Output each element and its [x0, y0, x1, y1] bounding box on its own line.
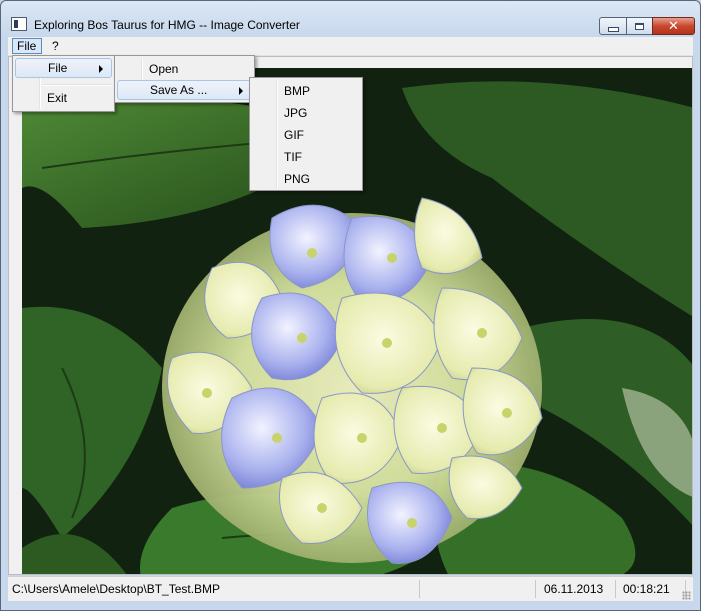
- window-title: Exploring Bos Taurus for HMG -- Image Co…: [34, 18, 300, 32]
- menu-item-open[interactable]: Open: [117, 59, 252, 79]
- menu-item-png[interactable]: PNG: [252, 168, 360, 190]
- menu-item-tif[interactable]: TIF: [252, 146, 360, 168]
- save-as-format-menu: BMP JPG GIF TIF PNG: [249, 77, 363, 191]
- menu-item-bmp[interactable]: BMP: [252, 80, 360, 102]
- minimize-button[interactable]: [599, 17, 627, 35]
- submenu-arrow-icon: [239, 87, 243, 95]
- minimize-icon: [607, 26, 619, 32]
- close-button[interactable]: ✕: [652, 17, 695, 35]
- menu-item-open-label: Open: [149, 62, 179, 76]
- menu-item-file-label: File: [48, 61, 68, 75]
- status-file-path: C:\Users\Amele\Desktop\BT_Test.BMP: [8, 580, 420, 598]
- app-icon[interactable]: [11, 17, 27, 31]
- menu-bar: File ?: [8, 37, 693, 56]
- menu-item-save-as[interactable]: Save As ...: [117, 80, 252, 100]
- submenu-arrow-icon: [99, 65, 103, 73]
- menu-item-exit-label: Exit: [47, 91, 68, 105]
- menu-item-exit[interactable]: Exit: [15, 88, 112, 108]
- maximize-icon: [635, 22, 644, 30]
- maximize-button[interactable]: [626, 17, 653, 35]
- file-submenu: Open Save As ...: [114, 55, 255, 103]
- file-dropdown-menu: File Exit: [12, 55, 115, 112]
- resize-grip-icon[interactable]: [682, 591, 691, 600]
- status-empty-panel: [420, 580, 536, 598]
- menu-separator: [43, 84, 112, 86]
- status-time: 00:18:21: [616, 580, 686, 598]
- menu-item-file[interactable]: File: [15, 58, 112, 78]
- menubar-help[interactable]: ?: [48, 38, 63, 54]
- menu-item-save-as-label: Save As ...: [150, 83, 208, 97]
- menubar-file[interactable]: File: [12, 38, 42, 54]
- close-icon: ✕: [668, 18, 679, 34]
- menu-item-gif[interactable]: GIF: [252, 124, 360, 146]
- title-bar[interactable]: Exploring Bos Taurus for HMG -- Image Co…: [1, 1, 700, 37]
- status-date: 06.11.2013: [536, 580, 616, 598]
- status-bar: C:\Users\Amele\Desktop\BT_Test.BMP 06.11…: [8, 576, 693, 601]
- menu-item-jpg[interactable]: JPG: [252, 102, 360, 124]
